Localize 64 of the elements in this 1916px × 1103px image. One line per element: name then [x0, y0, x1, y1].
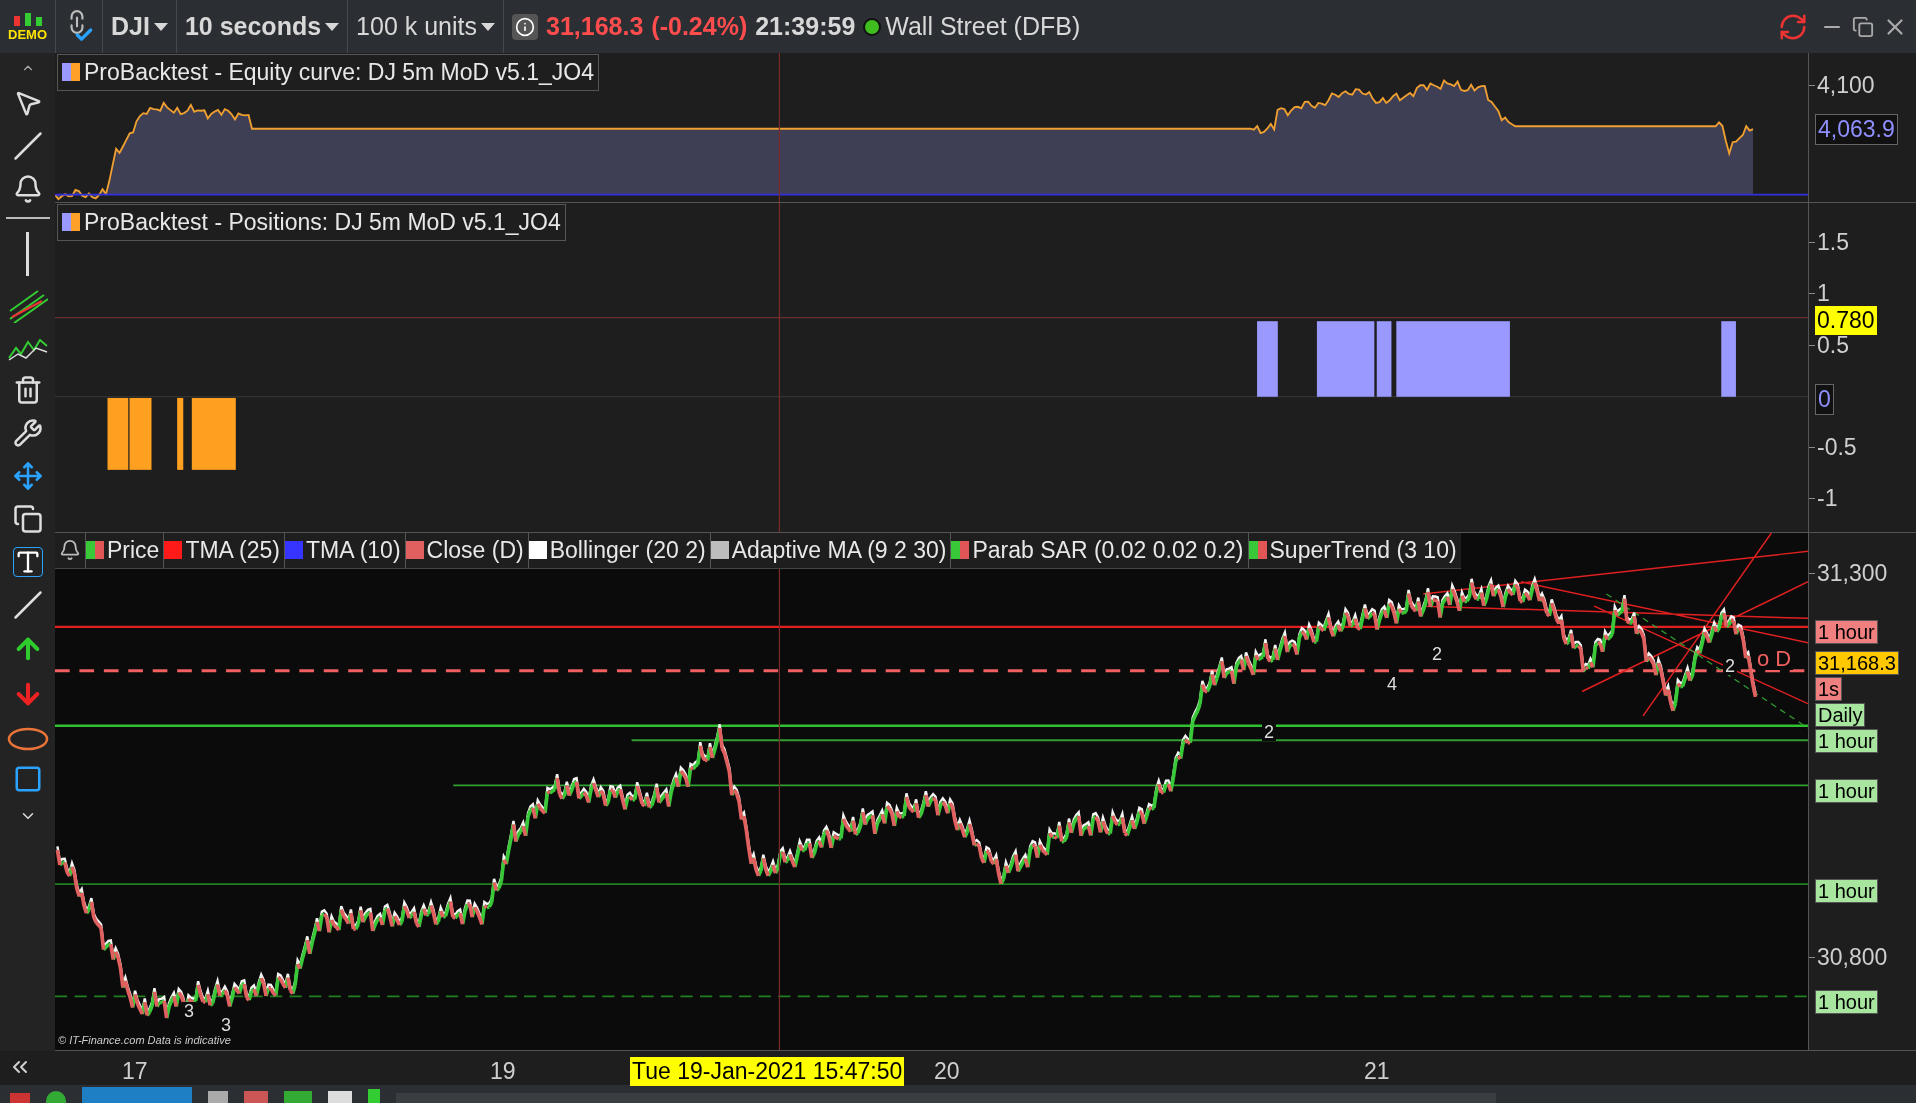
chart-annotation: o D: [1755, 648, 1794, 670]
caret-icon: [325, 22, 340, 31]
equity-panel-title[interactable]: ProBacktest - Equity curve: DJ 5m MoD v5.1_JO4: [57, 54, 599, 91]
wave-tool-icon[interactable]: [7, 336, 48, 362]
axis-price-tag: 1 hour: [1815, 990, 1878, 1014]
axis-price-tag: 1 hour: [1815, 879, 1878, 903]
demo-logo: DEMO: [0, 0, 55, 53]
axis-price-tag: 1s: [1815, 677, 1843, 701]
indicator-legend-item[interactable]: Bollinger (20 2): [527, 533, 710, 568]
info-icon[interactable]: [512, 13, 538, 40]
caret-icon: [481, 22, 495, 31]
timeframe-dropdown[interactable]: 10 seconds: [176, 7, 348, 46]
cursor-date-tag: Tue 19-Jan-2021 15:47:50: [630, 1057, 905, 1086]
axis-price-tag: Daily: [1815, 703, 1866, 727]
zero-value-tag: 0: [1815, 384, 1834, 415]
indicator-legend-item[interactable]: TMA (25): [163, 533, 284, 568]
tools-icon[interactable]: [12, 418, 43, 448]
symbol-dropdown[interactable]: DJI: [103, 7, 176, 46]
restore-icon[interactable]: [1852, 15, 1874, 38]
indicator-legend-item[interactable]: SuperTrend (3 10): [1247, 533, 1461, 568]
chart-annotation: 2: [1262, 723, 1276, 741]
market-name: Wall Street (DFB): [885, 10, 1081, 42]
indicator-legend-item[interactable]: Adaptive MA (9 2 30): [709, 533, 951, 568]
axis-price-tag: 31,168.3: [1815, 651, 1899, 675]
chart-annotation: 2: [1430, 645, 1444, 663]
axis-tick-label: 1: [1817, 282, 1830, 305]
axis-tick-label: 31,300: [1817, 562, 1888, 585]
date-axis-label: 21: [1364, 1057, 1390, 1086]
data-credit: © IT-Finance.com Data is indicative: [58, 1032, 231, 1048]
position-value-tag: 0.780: [1815, 306, 1877, 335]
chart-annotation: 2: [1723, 657, 1737, 675]
last-price: 31,168.3: [546, 10, 644, 42]
caret-icon: [153, 22, 168, 31]
segment-tool-icon[interactable]: [12, 590, 43, 620]
axis-price-tag: 1 hour: [1815, 729, 1878, 753]
chart-annotation: 3: [182, 1002, 196, 1020]
axis-tick-label: -1: [1817, 487, 1838, 510]
clock-time: 21:39:59: [755, 10, 856, 42]
chart-annotation: 3: [219, 1016, 233, 1034]
axis-price-tag: 1 hour: [1815, 779, 1878, 803]
chart-annotation: 4: [1385, 675, 1399, 693]
positions-panel-title[interactable]: ProBacktest - Positions: DJ 5m MoD v5.1_JO4: [57, 204, 566, 241]
price-change: (-0.24%): [651, 10, 748, 42]
channel-tool-icon[interactable]: [7, 289, 48, 323]
equity-value-tag: 4,063.9: [1815, 114, 1898, 145]
copy-icon[interactable]: [12, 504, 43, 534]
line-tool-icon[interactable]: [12, 131, 43, 161]
move-icon[interactable]: [12, 461, 43, 491]
axis-tick-label: 4,100: [1817, 74, 1875, 97]
units-dropdown[interactable]: 100 k units: [348, 7, 503, 46]
axis-tick-label: 1.5: [1817, 231, 1849, 254]
axis-tick-label: 0.5: [1817, 334, 1849, 357]
indicator-legend-item[interactable]: TMA (10): [284, 533, 405, 568]
axis-tick-label: 30,800: [1817, 946, 1888, 969]
date-axis-label: 17: [122, 1057, 148, 1086]
text-tool-icon[interactable]: [12, 547, 43, 577]
indicator-legend-item[interactable]: Close (D): [404, 533, 528, 568]
axis-price-tag: 1 hour: [1815, 620, 1878, 644]
alert-bell-icon[interactable]: [59, 539, 81, 562]
axis-tick-label: -0.5: [1817, 436, 1857, 459]
date-axis-label: 19: [490, 1057, 516, 1086]
date-axis-label: 20: [934, 1057, 960, 1086]
indicator-legend-item[interactable]: Price: [85, 533, 164, 568]
indicator-legend-item[interactable]: Parab SAR (0.02 0.02 0.2): [950, 533, 1248, 568]
